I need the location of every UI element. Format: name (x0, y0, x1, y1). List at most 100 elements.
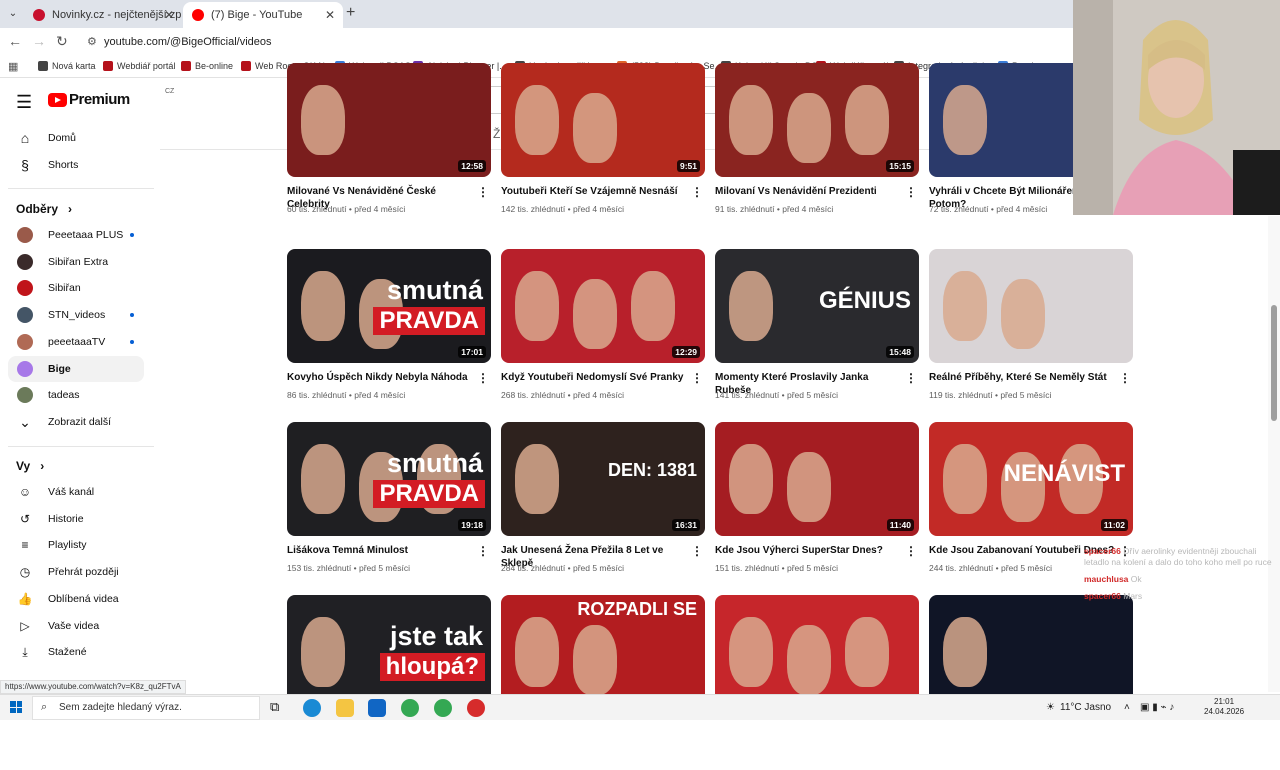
video-thumbnail[interactable]: 15:15 (715, 63, 919, 177)
video-thumbnail[interactable] (929, 249, 1133, 363)
video-card[interactable]: smutná PRAVDA 17:01 Kovyho Úspěch Nikdy Neb… (287, 249, 491, 424)
video-card[interactable]: 12:58 Milované Vs Nenáviděné České Celebr… (287, 63, 491, 238)
video-card[interactable]: 9:51 Youtubeři Kteří Se Vzájemně Nesnáší 1… (501, 63, 705, 238)
back-icon[interactable]: ← (8, 33, 22, 49)
more-actions-icon[interactable]: ⋮ (691, 544, 703, 558)
video-title[interactable]: Kde Jsou Výherci SuperStar Dnes? (715, 544, 905, 557)
url-field[interactable]: ⚙ youtube.com/@BigeOfficial/videos (80, 31, 1080, 53)
edge-icon[interactable] (303, 699, 321, 717)
weather-text[interactable]: 11°C Jasno (1060, 702, 1111, 713)
more-actions-icon[interactable]: ⋮ (477, 544, 489, 558)
sidebar-item-channel[interactable]: ☺ Váš kanál (8, 479, 144, 505)
task-view-icon[interactable]: ⧉ (270, 699, 288, 717)
sidebar-item-liked[interactable]: 👍 Oblíbená videa (8, 586, 144, 612)
video-title[interactable]: Lišákova Temná Minulost (287, 544, 477, 557)
more-actions-icon[interactable]: ⋮ (477, 371, 489, 385)
tab-close-icon[interactable]: ✕ (325, 8, 335, 22)
taskbar-search-input[interactable]: ⌕ Sem zadejte hledaný výraz. (32, 696, 260, 720)
video-title[interactable]: Když Youtubeři Nedomyslí Své Pranky (501, 371, 691, 384)
sidebar-item-playlists[interactable]: ≡ Playlisty (8, 532, 144, 558)
sidebar-subscription[interactable]: peeetaaaTV (8, 329, 144, 355)
more-actions-icon[interactable]: ⋮ (905, 185, 917, 199)
more-actions-icon[interactable]: ⋮ (691, 185, 703, 199)
video-title[interactable]: Reálné Příběhy, Které Se Neměly Stát (929, 371, 1119, 384)
thumbnail-text: NENÁVIST (1003, 460, 1125, 487)
video-thumbnail[interactable]: smutná PRAVDA 19:18 (287, 422, 491, 536)
video-thumbnail[interactable]: smutná PRAVDA 17:01 (287, 249, 491, 363)
system-clock[interactable]: 21:01 24.04.2026 (1204, 697, 1244, 717)
video-card[interactable]: ROZPADLI SE (501, 595, 705, 770)
video-thumbnail[interactable] (715, 595, 919, 709)
new-tab-button[interactable]: + (346, 4, 355, 22)
hamburger-menu-icon[interactable]: ☰ (16, 92, 32, 113)
sidebar-item-shorts[interactable]: § Shorts (8, 152, 144, 178)
video-thumbnail[interactable]: 12:29 (501, 249, 705, 363)
browser-tab[interactable]: Novinky.cz - nejčtenější zprávy ✕ (24, 2, 182, 28)
sidebar-subscription[interactable]: Peeetaaa PLUS (8, 222, 144, 248)
video-thumbnail[interactable]: ROZPADLI SE (501, 595, 705, 709)
video-title[interactable]: Youtubeři Kteří Se Vzájemně Nesnáší (501, 185, 691, 198)
sidebar-subscription[interactable]: Sibiřan Extra (8, 249, 144, 275)
chrome-profile-icon[interactable] (434, 699, 452, 717)
video-thumbnail[interactable]: 11:40 (715, 422, 919, 536)
sidebar-item-home[interactable]: ⌂ Domů (8, 125, 144, 151)
sidebar-item-history[interactable]: ↺ Historie (8, 506, 144, 532)
apps-grid-icon[interactable]: ▦ (8, 60, 18, 73)
video-thumbnail[interactable] (929, 595, 1133, 709)
video-card[interactable]: DEN: 1381 16:31 Jak Unesená Žena Přežila 8… (501, 422, 705, 597)
sidebar-item-downloads[interactable]: ⤓ Stažené (8, 639, 144, 665)
video-card[interactable]: Reálné Příběhy, Které Se Neměly Stát 119 … (929, 249, 1133, 424)
forward-icon[interactable]: → (32, 33, 46, 49)
site-info-icon[interactable]: ⚙ (87, 35, 97, 48)
windows-start-icon[interactable] (10, 701, 22, 713)
bookmark-item[interactable]: Webdiář portál (103, 61, 175, 71)
tab-close-icon[interactable]: ✕ (164, 8, 174, 22)
sidebar-subscription[interactable]: tadeas (8, 382, 144, 408)
video-thumbnail[interactable]: jste tak hloupá? (287, 595, 491, 709)
video-card[interactable]: jste tak hloupá? (287, 595, 491, 770)
video-title[interactable]: Kovyho Úspěch Nikdy Nebyla Náhoda (287, 371, 477, 384)
video-card[interactable] (715, 595, 919, 770)
tab-search-icon[interactable]: ⌄ (4, 5, 22, 23)
video-meta: 153 tis. zhlédnutí • před 5 měsíci (287, 563, 410, 573)
sidebar-subscription[interactable]: Bige (8, 355, 144, 382)
more-actions-icon[interactable]: ⋮ (905, 544, 917, 558)
bookmark-item[interactable]: Nová karta (38, 61, 96, 71)
chrome-icon[interactable] (401, 699, 419, 717)
video-thumbnail[interactable]: DEN: 1381 16:31 (501, 422, 705, 536)
show-more-button[interactable]: ⌄ Zobrazit další (8, 409, 144, 435)
sidebar-subscription[interactable]: Sibiřan (8, 275, 144, 301)
bookmark-item[interactable]: Be-online (181, 61, 233, 71)
video-card[interactable]: smutná PRAVDA 19:18 Lišákova Temná Minulost… (287, 422, 491, 597)
video-thumbnail[interactable]: NENÁVIST 11:02 (929, 422, 1133, 536)
video-card[interactable]: 11:40 Kde Jsou Výherci SuperStar Dnes? 151… (715, 422, 919, 597)
you-heading[interactable]: Vy › (16, 459, 44, 473)
sidebar-item-watch-later[interactable]: ◷ Přehrát později (8, 559, 144, 585)
tray-app-icons[interactable]: ▣ ▮ ⌁ ♪ (1140, 702, 1174, 713)
video-title[interactable]: Milovaní Vs Nenávidění Prezidenti (715, 185, 905, 198)
scrollbar-thumb[interactable] (1271, 305, 1277, 421)
more-actions-icon[interactable]: ⋮ (905, 371, 917, 385)
weather-icon[interactable]: ☀ (1046, 702, 1055, 713)
video-card[interactable]: GÉNIUS 15:48 Momenty Které Proslavily Jank… (715, 249, 919, 424)
file-explorer-icon[interactable] (336, 699, 354, 717)
video-card[interactable]: 12:29 Když Youtubeři Nedomyslí Své Pranky… (501, 249, 705, 424)
browser-tab-active[interactable]: (7) Bige - YouTube ✕ (183, 2, 343, 28)
video-card[interactable]: 15:15 Milovaní Vs Nenávidění Prezidenti 91… (715, 63, 919, 238)
bookmark-favicon (38, 61, 48, 71)
video-thumbnail[interactable]: 9:51 (501, 63, 705, 177)
more-actions-icon[interactable]: ⋮ (691, 371, 703, 385)
video-thumbnail[interactable]: 12:58 (287, 63, 491, 177)
sidebar-item-your-videos[interactable]: ▷ Vaše videa (8, 613, 144, 639)
more-actions-icon[interactable]: ⋮ (477, 185, 489, 199)
video-card[interactable] (929, 595, 1133, 770)
subscriptions-heading[interactable]: Odběry › (16, 202, 72, 216)
video-thumbnail[interactable]: GÉNIUS 15:48 (715, 249, 919, 363)
outlook-icon[interactable] (368, 699, 386, 717)
tray-chevron-icon[interactable]: ˄ (1124, 702, 1130, 713)
sidebar-subscription[interactable]: STN_videos (8, 302, 144, 328)
scrollbar-track[interactable] (1268, 216, 1280, 692)
recording-app-icon[interactable] (467, 699, 485, 717)
reload-icon[interactable]: ↻ (56, 33, 68, 50)
more-actions-icon[interactable]: ⋮ (1119, 371, 1131, 385)
